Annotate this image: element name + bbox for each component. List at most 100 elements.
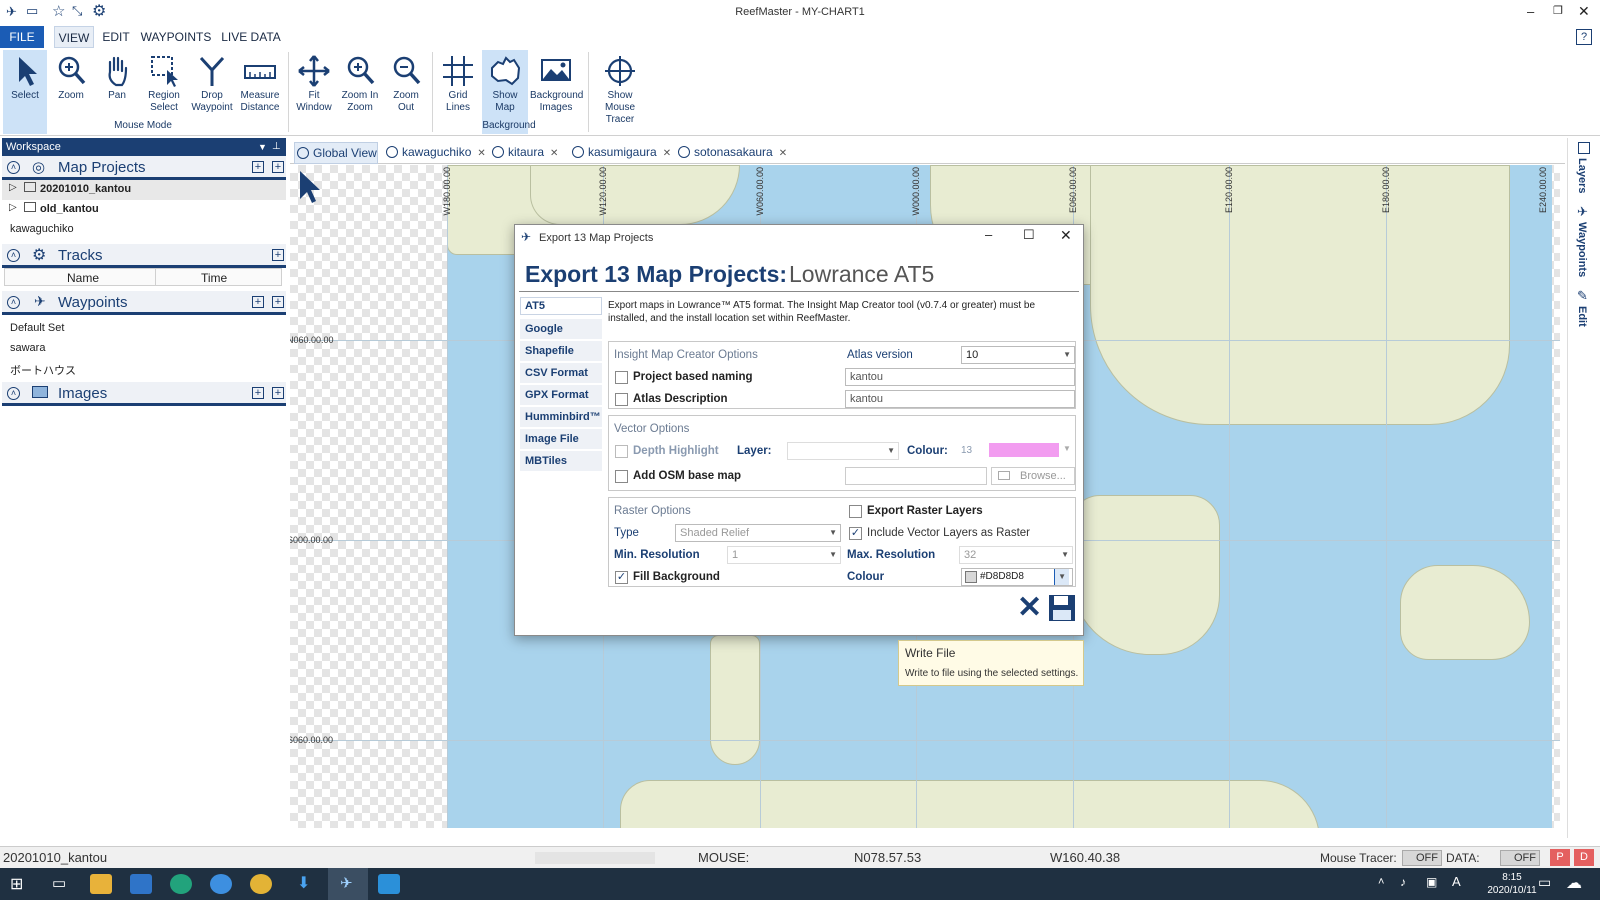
tab-kawaguchiko[interactable]: kawaguchiko ✕: [384, 142, 486, 164]
tab-image-file[interactable]: Image File: [520, 429, 602, 449]
tab-google-earth[interactable]: Google Earth™: [520, 319, 602, 355]
map-projects-header[interactable]: ˄ ◎ Map Projects + +: [2, 156, 286, 180]
task-view-icon[interactable]: ▭: [52, 874, 66, 892]
waypoints-tab[interactable]: Waypoints: [1576, 222, 1588, 277]
tab-global-view[interactable]: Global View: [294, 142, 378, 164]
tray-chevron-icon[interactable]: ˄: [1378, 876, 1384, 888]
list-item[interactable]: sawara: [10, 342, 45, 354]
menu-live-data[interactable]: LIVE DATA: [220, 26, 282, 48]
mail-icon[interactable]: [130, 874, 152, 894]
network-icon[interactable]: ▣: [1426, 875, 1437, 889]
atlas-description-checkbox[interactable]: [615, 393, 628, 406]
restore-icon[interactable]: ❐: [1553, 4, 1563, 17]
collapse-icon[interactable]: ˄: [7, 249, 20, 262]
tab-kitaura[interactable]: kitaura ✕: [490, 142, 558, 164]
chrome-icon[interactable]: [250, 874, 272, 894]
atlas-version-select[interactable]: 10 ▼: [961, 346, 1075, 364]
column-header[interactable]: Time: [201, 271, 227, 285]
raster-colour-select[interactable]: #D8D8D8 ▼: [961, 568, 1073, 586]
data-toggle[interactable]: OFF: [1500, 850, 1540, 866]
help-icon[interactable]: ?: [1576, 29, 1592, 45]
cloud-icon[interactable]: ☁: [1566, 873, 1582, 893]
close-tab-icon[interactable]: ✕: [550, 148, 558, 159]
menu-waypoints[interactable]: WAYPOINTS: [140, 26, 212, 48]
raster-type-select[interactable]: Shaded Relief ▼: [675, 524, 841, 542]
volume-icon[interactable]: ♪: [1400, 875, 1406, 889]
windows-start-icon[interactable]: ⊞: [10, 874, 23, 894]
close-tab-icon[interactable]: ✕: [663, 148, 671, 159]
list-item[interactable]: ▷ old_kantou: [2, 200, 286, 220]
images-header[interactable]: ˄ Images + +: [2, 382, 286, 406]
download-icon[interactable]: ⬇: [297, 873, 310, 893]
layers-tab[interactable]: Layers: [1576, 158, 1588, 193]
show-mouse-tracer-button[interactable]: Show Mouse Tracer: [592, 50, 648, 134]
close-icon[interactable]: ✕: [1060, 227, 1072, 244]
app-window-icon[interactable]: [378, 874, 400, 894]
list-item[interactable]: kawaguchiko: [10, 223, 74, 235]
max-resolution-select[interactable]: 32 ▼: [959, 546, 1073, 564]
list-item[interactable]: Default Set: [10, 322, 64, 334]
add-icon[interactable]: +: [252, 296, 264, 308]
pin-icon[interactable]: ⊥: [272, 138, 281, 156]
tracks-header[interactable]: ˄ ⚙ Tracks +: [2, 244, 286, 268]
cancel-button[interactable]: ✕: [1017, 593, 1042, 623]
waypoints-header[interactable]: ˄ ✈ Waypoints + +: [2, 291, 286, 315]
collapse-icon[interactable]: ˄: [7, 161, 20, 174]
menu-view[interactable]: VIEW: [54, 26, 94, 48]
add-new-icon[interactable]: +: [272, 387, 284, 399]
add-new-icon[interactable]: +: [272, 161, 284, 173]
list-item[interactable]: ボートハウス: [10, 362, 76, 378]
dropdown-icon[interactable]: ▼: [258, 138, 267, 156]
close-tab-icon[interactable]: ✕: [779, 148, 787, 159]
expand-icon[interactable]: ▷: [9, 182, 17, 193]
fit-window-button[interactable]: Fit Window: [292, 50, 336, 134]
record-icon[interactable]: P: [1550, 849, 1570, 866]
column-header[interactable]: Name: [67, 271, 99, 285]
project-naming-field[interactable]: kantou: [845, 368, 1075, 386]
osm-path-field[interactable]: [845, 467, 987, 485]
minimize-icon[interactable]: –: [985, 227, 992, 242]
tab-humminbird[interactable]: Humminbird™: [520, 407, 602, 427]
add-icon[interactable]: +: [252, 387, 264, 399]
menu-file[interactable]: FILE: [0, 26, 44, 48]
close-tab-icon[interactable]: ✕: [477, 148, 485, 159]
ie-icon[interactable]: [210, 874, 232, 894]
stop-icon[interactable]: D: [1574, 849, 1594, 866]
ime-icon[interactable]: A: [1452, 874, 1461, 889]
list-item[interactable]: ▷ 20201010_kantou: [2, 180, 286, 200]
depth-highlight-checkbox[interactable]: [615, 445, 628, 458]
add-icon[interactable]: +: [252, 161, 264, 173]
browse-button[interactable]: Browse...: [991, 467, 1075, 485]
tab-gpx-format[interactable]: GPX Format: [520, 385, 602, 405]
osm-base-map-checkbox[interactable]: [615, 470, 628, 483]
min-resolution-select[interactable]: 1 ▼: [727, 546, 841, 564]
tab-sotonasakaura[interactable]: sotonasakaura ✕: [676, 142, 787, 164]
tab-kasumigaura[interactable]: kasumigaura ✕: [570, 142, 671, 164]
chevron-down-icon[interactable]: ▼: [1063, 444, 1071, 453]
maximize-icon[interactable]: ☐: [1023, 227, 1035, 243]
minimize-icon[interactable]: –: [1527, 4, 1534, 19]
add-new-icon[interactable]: +: [272, 296, 284, 308]
tab-csv-format[interactable]: CSV Format: [520, 363, 602, 383]
edge-icon[interactable]: [170, 874, 192, 894]
notification-icon[interactable]: ▭: [1538, 874, 1551, 891]
zoom-in-button[interactable]: Zoom In Zoom: [338, 50, 382, 134]
project-naming-checkbox[interactable]: [615, 371, 628, 384]
fill-background-checkbox[interactable]: ✓: [615, 571, 628, 584]
include-vector-checkbox[interactable]: ✓: [849, 527, 862, 540]
add-icon[interactable]: +: [272, 249, 284, 261]
reefmaster-taskbar-button[interactable]: ✈: [328, 868, 368, 900]
atlas-description-field[interactable]: kantou: [845, 390, 1075, 408]
tab-shapefile[interactable]: Shapefile: [520, 341, 602, 361]
edit-tab[interactable]: Edit: [1576, 306, 1588, 327]
chevron-down-icon[interactable]: ▼: [1054, 569, 1069, 585]
clock-time[interactable]: 8:15: [1482, 872, 1542, 883]
menu-edit[interactable]: EDIT: [100, 26, 132, 48]
tab-mbtiles[interactable]: MBTiles: [520, 451, 602, 471]
collapse-icon[interactable]: ˄: [7, 387, 20, 400]
expand-icon[interactable]: ▷: [9, 202, 17, 213]
file-explorer-icon[interactable]: [90, 874, 112, 894]
mouse-tracer-toggle[interactable]: OFF: [1402, 850, 1442, 866]
colour-swatch[interactable]: [989, 443, 1059, 457]
zoom-out-button[interactable]: Zoom Out: [384, 50, 428, 134]
